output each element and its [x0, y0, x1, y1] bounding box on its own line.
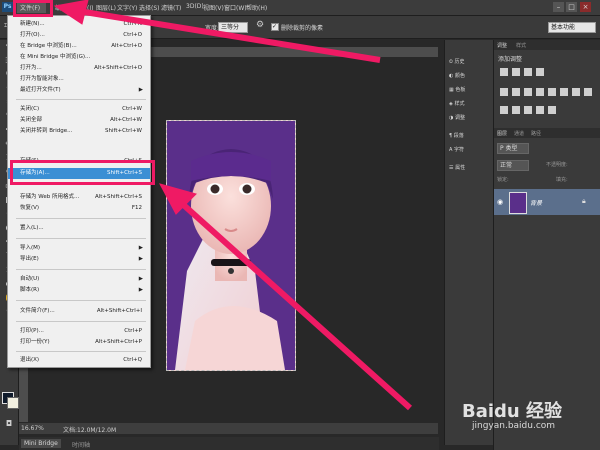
arrow-to-file-menu-line	[71, 7, 381, 63]
arrow-to-file-menu-head	[53, 0, 89, 25]
watermark-url: jingyan.baidu.com	[472, 421, 556, 431]
annotation-arrows	[53, 0, 413, 411]
baidu-watermark: Baidu 经验	[462, 401, 563, 422]
arrow-to-save-as-line	[175, 197, 413, 411]
